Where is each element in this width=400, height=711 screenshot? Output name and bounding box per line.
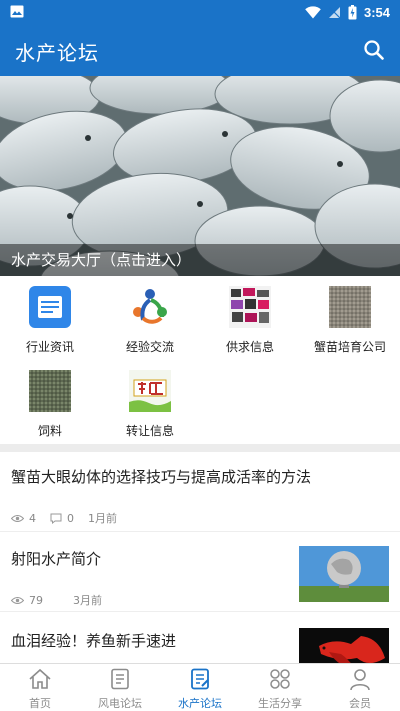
category-supply-demand[interactable]: 供求信息 [200, 276, 300, 360]
section-divider [0, 444, 400, 452]
nav-aquatic-forum[interactable]: 水产论坛 [160, 664, 240, 711]
user-icon [350, 669, 370, 691]
category-feed[interactable]: 饲料 [0, 360, 100, 444]
article-item[interactable]: 射阳水产简介 79 3月前 [0, 532, 400, 612]
trading-hall-banner[interactable]: 水产交易大厅（点击进入） [0, 76, 400, 276]
article-item[interactable]: 蟹苗大眼幼体的选择技巧与提高成活率的方法 4 0 1月前 [0, 452, 400, 532]
nav-label: 会员 [349, 697, 371, 710]
nav-label: 水产论坛 [178, 697, 222, 710]
grid-icon [270, 669, 290, 689]
article-meta: 4 0 1月前 [11, 510, 131, 526]
category-industry-news[interactable]: 行业资讯 [0, 276, 100, 360]
banner-caption: 水产交易大厅（点击进入） [0, 244, 400, 276]
globe-sculpture-image [299, 546, 389, 602]
nav-member[interactable]: 会员 [320, 664, 400, 711]
clock: 3:54 [363, 4, 390, 20]
nav-home[interactable]: 首页 [0, 664, 80, 711]
app-bar: 水产论坛 [0, 24, 400, 76]
view-count: 79 [29, 593, 43, 607]
category-transfer[interactable]: 转让信息 [100, 360, 200, 444]
category-label: 供求信息 [225, 340, 274, 354]
eye-icon [11, 596, 24, 604]
battery-charging-icon [348, 4, 357, 19]
community-icon [133, 289, 167, 324]
image-notification-icon [10, 5, 24, 18]
page-title: 水产论坛 [15, 41, 99, 65]
category-label: 经验交流 [125, 340, 174, 354]
feed-icon [29, 370, 71, 412]
post-time: 3月前 [73, 594, 102, 607]
category-experience[interactable]: 经验交流 [100, 276, 200, 360]
transfer-icon [129, 370, 171, 412]
category-crab-seedling[interactable]: 蟹苗培育公司 [300, 276, 400, 360]
post-time: 1月前 [88, 512, 117, 525]
nav-life-share[interactable]: 生活分享 [240, 664, 320, 711]
supply-demand-icon [229, 286, 271, 328]
document-icon [111, 668, 129, 690]
article-thumbnail [299, 546, 389, 602]
view-count: 4 [29, 511, 36, 525]
category-label: 蟹苗培育公司 [313, 340, 386, 354]
nav-wind-power-forum[interactable]: 风电论坛 [80, 664, 160, 711]
nav-label: 风电论坛 [98, 697, 142, 710]
status-bar: 3:54 [0, 0, 400, 24]
category-label: 饲料 [37, 424, 62, 438]
nav-label: 生活分享 [258, 697, 302, 710]
search-icon[interactable] [360, 36, 388, 64]
home-icon [29, 668, 51, 689]
article-title: 蟹苗大眼幼体的选择技巧与提高成活率的方法 [11, 468, 312, 486]
comment-icon [50, 513, 62, 524]
wifi-icon [305, 5, 321, 18]
nav-label: 首页 [29, 697, 51, 710]
category-label: 行业资讯 [25, 340, 74, 354]
comment-count: 0 [67, 511, 74, 525]
article-meta: 79 3月前 [11, 592, 116, 608]
article-title: 射阳水产简介 [11, 550, 102, 568]
crab-seedling-icon [329, 286, 371, 328]
news-icon [29, 286, 71, 328]
category-label: 转让信息 [125, 424, 174, 438]
document-edit-icon [191, 668, 209, 690]
no-signal-icon [328, 6, 341, 18]
eye-icon [11, 514, 24, 522]
category-grid: 行业资讯 经验交流 供求信息 蟹苗培育公司 饲料 转让信息 [0, 276, 400, 444]
article-title: 血泪经验！养鱼新手速进 [11, 632, 177, 650]
bottom-nav: 首页 风电论坛 水产论坛 生活分享 会员 [0, 663, 400, 711]
